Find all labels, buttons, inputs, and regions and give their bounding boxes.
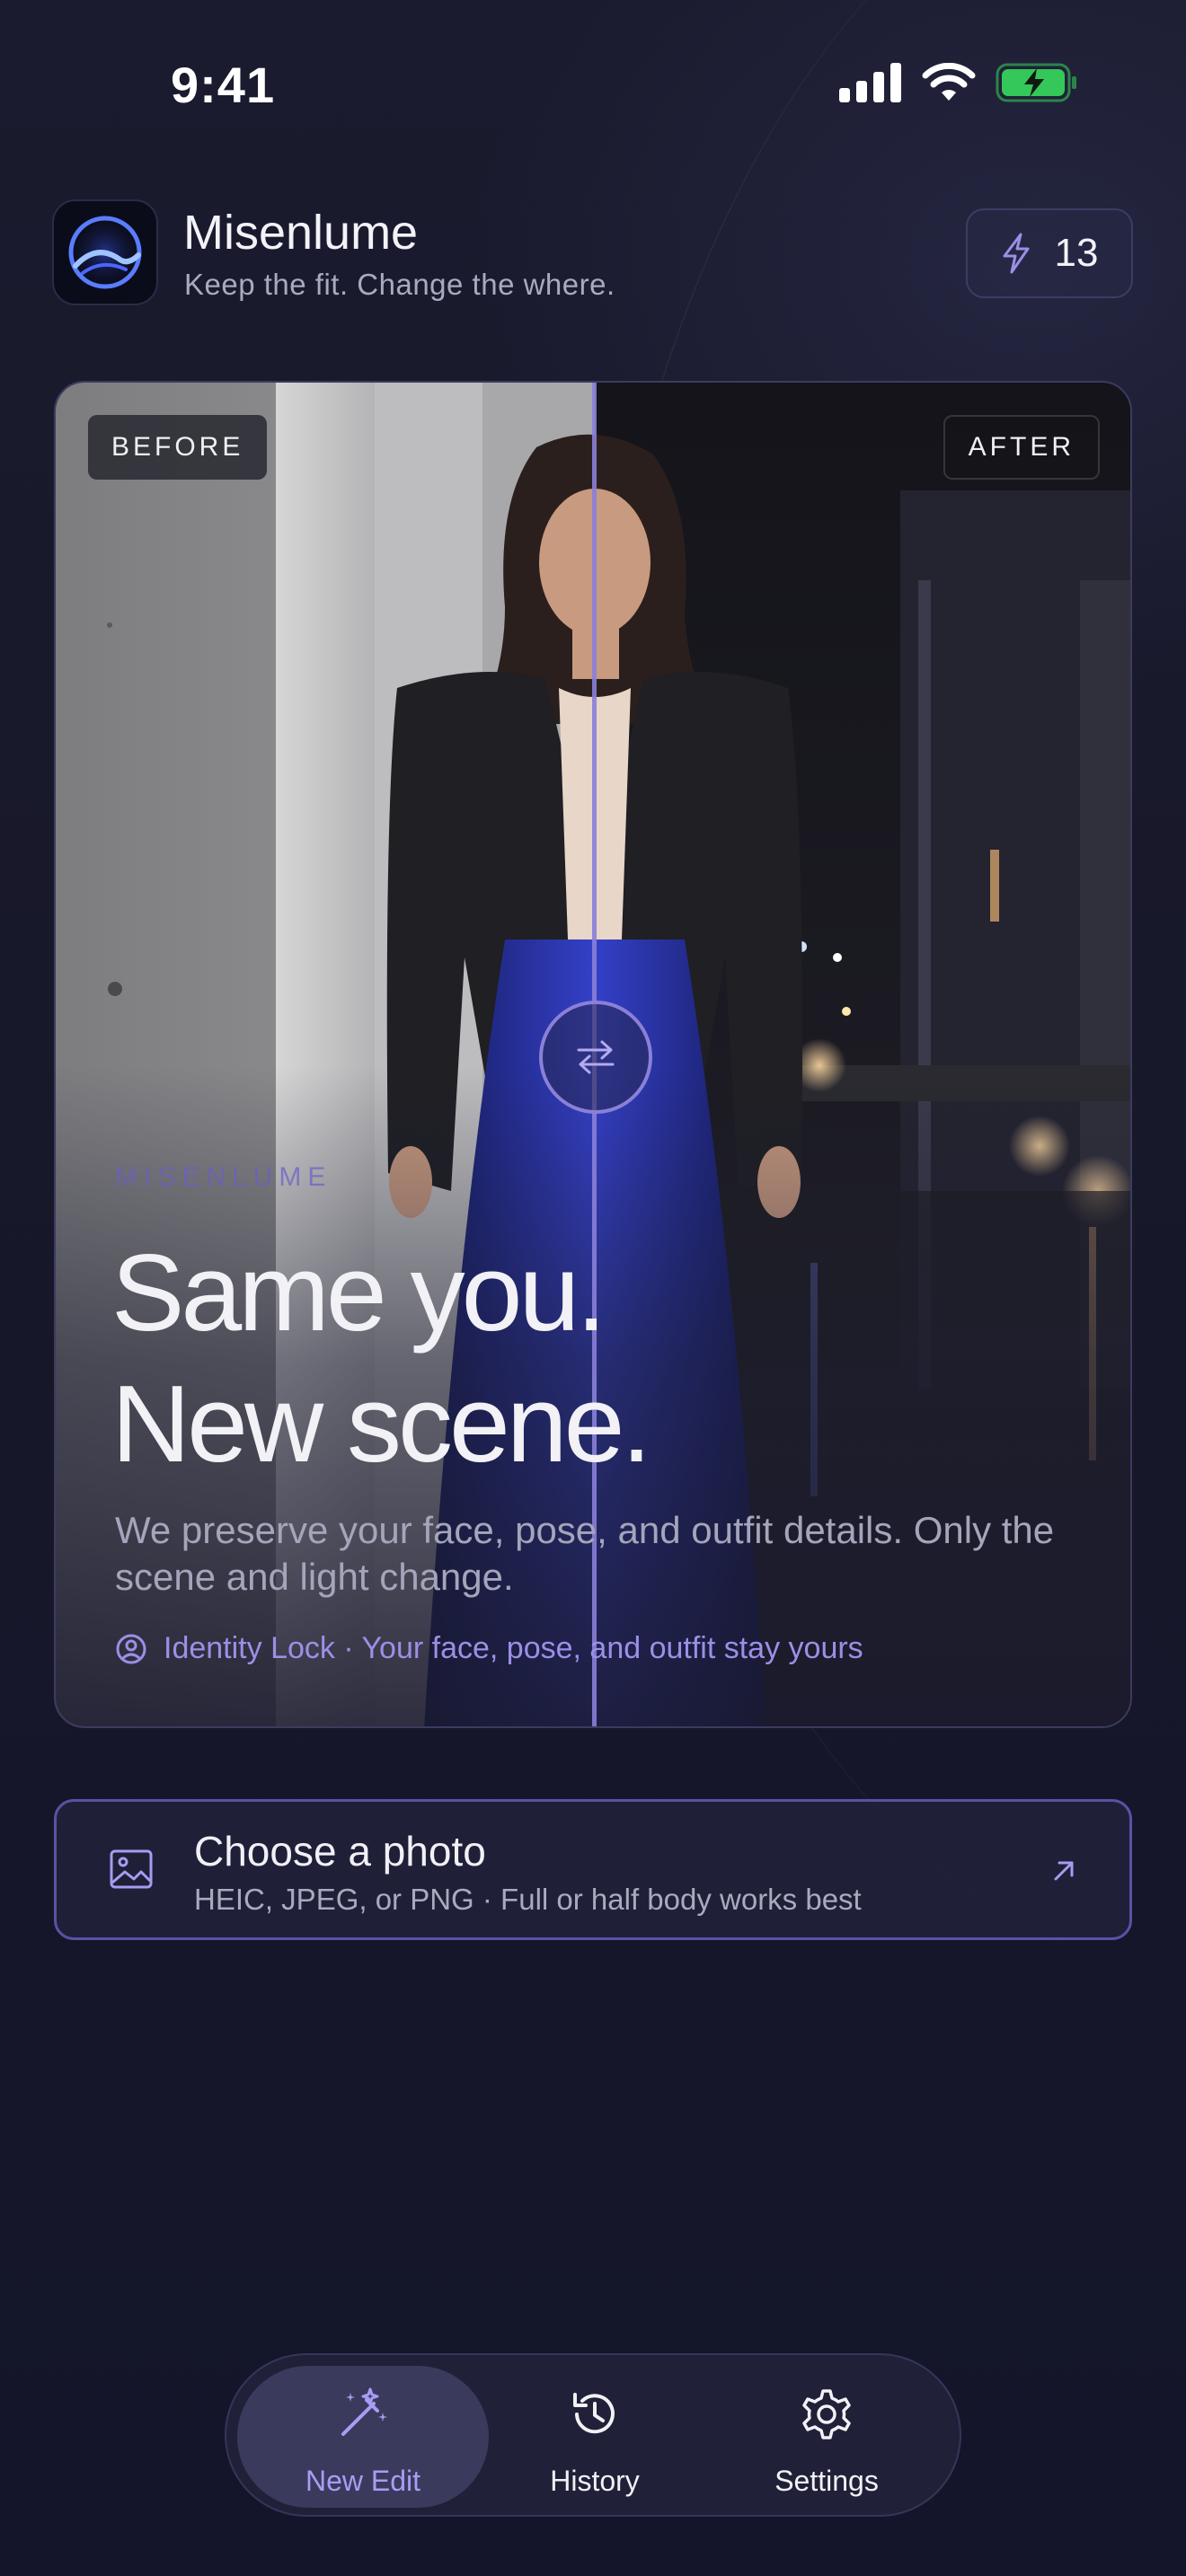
after-badge: AFTER (943, 415, 1100, 480)
tab-settings-label: Settings (774, 2465, 879, 2497)
choose-photo-title: Choose a photo (194, 1828, 486, 1875)
tab-bar: New Edit History Settings (225, 2353, 961, 2517)
tab-history-label: History (550, 2465, 640, 2497)
choose-photo-subtitle: HEIC, JPEG, or PNG · Full or half body w… (194, 1883, 862, 1916)
wifi-icon (922, 63, 976, 101)
tab-settings[interactable]: Settings (701, 2366, 952, 2508)
user-circle-icon (116, 1634, 146, 1663)
hero-headline: Same you. New scene. (111, 1227, 651, 1489)
identity-lock-text: Identity Lock · Your face, pose, and out… (164, 1631, 863, 1665)
tab-history[interactable]: History (469, 2366, 721, 2508)
gear-icon (802, 2389, 851, 2439)
identity-lock-note: Identity Lock · Your face, pose, and out… (115, 1631, 863, 1666)
status-time: 9:41 (171, 57, 276, 113)
magic-wand-icon (341, 2387, 387, 2436)
battery-charging-icon (996, 63, 1076, 102)
credits-button[interactable]: 13 (966, 208, 1133, 298)
choose-photo-button[interactable]: Choose a photo HEIC, JPEG, or PNG · Full… (54, 1799, 1132, 1940)
before-badge: BEFORE (88, 415, 268, 480)
arrow-up-right-icon (1054, 1861, 1074, 1881)
app-screen: 9:41 Misenlume Keep the fit. Change the … (0, 0, 1186, 2576)
credits-count: 13 (1054, 231, 1099, 275)
image-icon (110, 1849, 153, 1889)
app-logo (52, 199, 158, 305)
status-icons (839, 63, 1078, 102)
tab-new-edit[interactable]: New Edit (237, 2366, 489, 2508)
history-icon (573, 2393, 615, 2434)
comparison-slider-handle[interactable] (539, 1001, 652, 1114)
before-after-card[interactable]: BEFORE AFTER MISENLUME Same you. New sce… (54, 381, 1132, 1728)
tab-new-edit-label: New Edit (305, 2465, 421, 2497)
hero-eyebrow: MISENLUME (115, 1162, 332, 1192)
app-name: Misenlume (183, 206, 419, 260)
headline-line-1: Same you. (111, 1231, 606, 1354)
hero-description: We preserve your face, pose, and outfit … (115, 1509, 1055, 1598)
swap-arrows-icon (577, 1040, 615, 1074)
lightning-icon (1003, 233, 1030, 274)
signal-icon (839, 63, 901, 102)
app-tagline: Keep the fit. Change the where. (184, 268, 615, 301)
headline-line-2: New scene. (111, 1363, 651, 1485)
logo-icon (66, 213, 145, 292)
